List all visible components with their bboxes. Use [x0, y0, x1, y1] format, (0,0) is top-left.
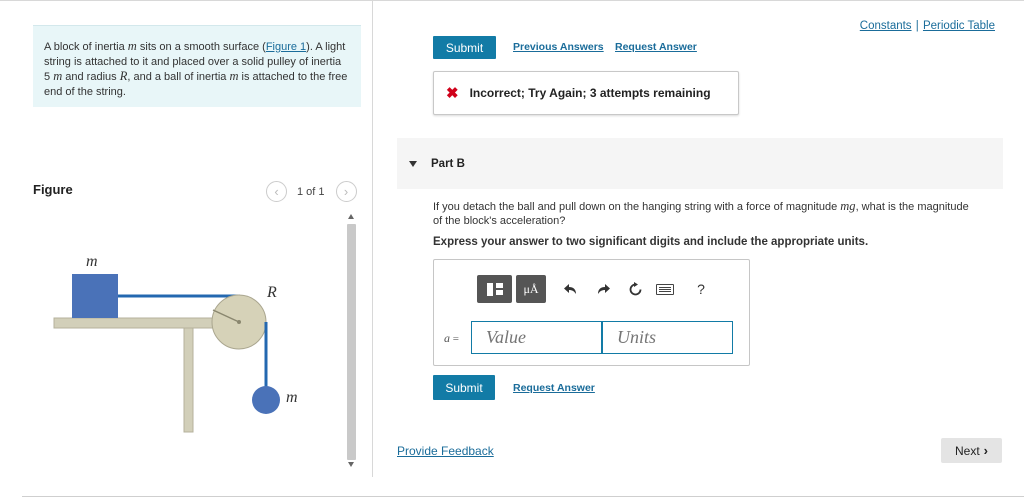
question-text: If you detach the ball and pull down on …: [433, 199, 973, 228]
previous-answers-link[interactable]: Previous Answers: [513, 41, 604, 53]
panel-divider: [372, 0, 373, 477]
reset-icon[interactable]: [624, 278, 646, 300]
units-input[interactable]: [602, 321, 733, 354]
ball-label: m: [286, 389, 298, 406]
feedback-message: ✖ Incorrect; Try Again; 3 attempts remai…: [433, 71, 739, 115]
intro-text-4: and radius: [62, 71, 120, 83]
constants-link[interactable]: Constants: [860, 20, 912, 32]
block-label: m: [86, 253, 98, 270]
chevron-left-icon[interactable]: ‹: [266, 181, 287, 202]
chevron-right-icon: ›: [983, 443, 989, 458]
question-part-1: If you detach the ball and pull down on …: [433, 201, 841, 213]
request-answer-link[interactable]: Request Answer: [513, 382, 595, 394]
var-m: m: [127, 39, 137, 53]
math-toolbar: μÅ ?: [477, 270, 749, 308]
intro-text-5: , and a ball of inertia: [127, 71, 230, 83]
intro-text-1: A block of inertia: [44, 41, 128, 53]
keyboard-icon[interactable]: [656, 283, 674, 295]
link-separator: |: [915, 20, 919, 32]
ball: [252, 386, 280, 414]
var-m: m: [229, 69, 239, 83]
feedback-text: Incorrect; Try Again; 3 attempts remaini…: [469, 86, 711, 100]
chevron-right-icon[interactable]: ›: [335, 181, 357, 202]
previous-submit-button[interactable]: Submit: [433, 36, 496, 59]
x-icon: ✖: [446, 85, 459, 102]
part-b-header[interactable]: Part B: [397, 138, 1003, 189]
submit-button[interactable]: Submit: [433, 375, 495, 400]
table-leg: [183, 327, 194, 433]
part-b-label: Part B: [431, 157, 465, 170]
figure-scrollbar[interactable]: [345, 212, 358, 470]
next-button[interactable]: Next ›: [941, 438, 1002, 463]
redo-icon[interactable]: [592, 278, 614, 300]
equals-sign: =: [450, 333, 459, 345]
undo-icon[interactable]: [560, 278, 582, 300]
scroll-down-icon[interactable]: [348, 462, 354, 467]
periodic-table-link[interactable]: Periodic Table: [923, 20, 995, 32]
templates-icon[interactable]: [477, 275, 512, 303]
collapse-triangle-icon[interactable]: [409, 160, 417, 167]
next-label: Next: [954, 443, 980, 458]
intro-text-2: sits on a smooth surface (: [136, 41, 266, 53]
scroll-up-icon[interactable]: [348, 214, 354, 219]
top-divider: [0, 0, 1024, 1]
scrollbar-thumb[interactable]: [347, 224, 356, 460]
figure-pager: ‹ 1 of 1 ›: [266, 181, 357, 202]
pager-count: 1 of 1: [297, 185, 325, 198]
pulley-label: R: [266, 284, 277, 301]
var-mg: mg: [840, 199, 856, 213]
units-button[interactable]: μÅ: [516, 275, 546, 303]
help-icon[interactable]: ?: [690, 278, 712, 300]
request-answer-link[interactable]: Request Answer: [615, 41, 697, 53]
value-input[interactable]: [471, 321, 602, 354]
provide-feedback-link[interactable]: Provide Feedback: [397, 444, 494, 458]
problem-intro: A block of inertia m sits on a smooth su…: [33, 25, 361, 107]
figure-diagram: m R m: [53, 253, 298, 433]
answer-box: μÅ ? a =: [433, 259, 750, 366]
figure-link[interactable]: Figure 1: [266, 41, 306, 53]
figure-title: Figure: [33, 182, 73, 197]
var-m: m: [53, 69, 63, 83]
answer-label: a =: [444, 331, 459, 346]
bottom-divider: [22, 496, 1024, 497]
instruction-text: Express your answer to two significant d…: [433, 236, 869, 248]
block: [72, 274, 118, 318]
reference-links: Constants | Periodic Table: [860, 20, 995, 32]
